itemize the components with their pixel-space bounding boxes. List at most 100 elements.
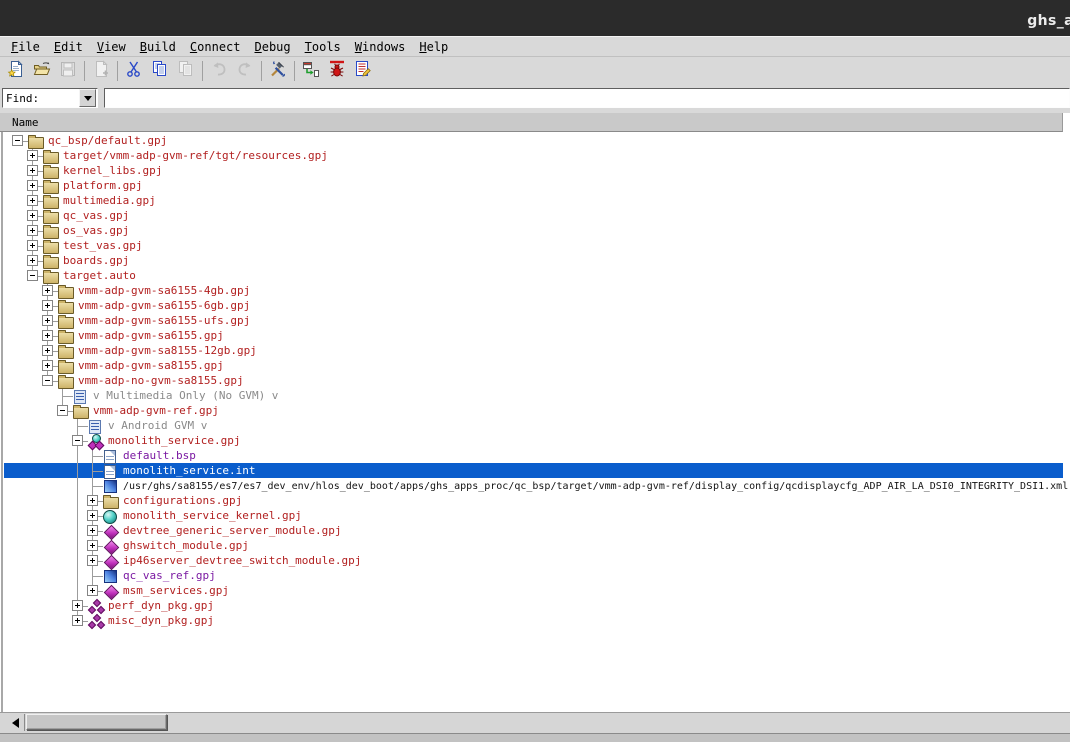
tree-connector: [62, 396, 73, 397]
tree-row[interactable]: ghswitch_module.gpj: [4, 538, 1063, 553]
tree-row[interactable]: v Android GVM v: [4, 418, 1063, 433]
open-file-button[interactable]: [30, 59, 54, 83]
menu-item-debug[interactable]: Debug: [248, 39, 298, 54]
expand-plus-icon[interactable]: [42, 345, 53, 356]
tree-row[interactable]: vmm-adp-gvm-sa6155-4gb.gpj: [4, 283, 1063, 298]
horizontal-scrollbar[interactable]: [0, 712, 1070, 733]
expand-plus-icon[interactable]: [27, 150, 38, 161]
find-combo[interactable]: Find:: [2, 88, 98, 108]
menu-item-connect[interactable]: Connect: [183, 39, 248, 54]
expand-plus-icon[interactable]: [27, 210, 38, 221]
expand-plus-icon[interactable]: [72, 615, 83, 626]
debug-button[interactable]: [325, 59, 349, 83]
menu-item-edit[interactable]: Edit: [47, 39, 90, 54]
menu-item-tools[interactable]: Tools: [298, 39, 348, 54]
menu-item-windows[interactable]: Windows: [348, 39, 413, 54]
expand-plus-icon[interactable]: [27, 195, 38, 206]
expand-plus-icon[interactable]: [27, 240, 38, 251]
collapse-minus-icon[interactable]: [27, 270, 38, 281]
undo-button[interactable]: [207, 59, 231, 83]
save-button[interactable]: [56, 59, 80, 83]
expand-plus-icon[interactable]: [87, 540, 98, 551]
expand-plus-icon[interactable]: [87, 555, 98, 566]
tree-row[interactable]: kernel_libs.gpj: [4, 163, 1063, 178]
menu-item-file[interactable]: File: [4, 39, 47, 54]
tree-row[interactable]: vmm-adp-gvm-sa8155.gpj: [4, 358, 1063, 373]
tree-row[interactable]: vmm-adp-gvm-ref.gpj: [4, 403, 1063, 418]
scroll-left-button[interactable]: [8, 715, 23, 730]
expand-plus-icon[interactable]: [27, 225, 38, 236]
copy-pages-icon: [151, 60, 169, 82]
tree-row[interactable]: msm_services.gpj: [4, 583, 1063, 598]
tree-row[interactable]: os_vas.gpj: [4, 223, 1063, 238]
find-dropdown-button[interactable]: [79, 89, 96, 107]
expand-plus-icon[interactable]: [42, 360, 53, 371]
tree-panel[interactable]: qc_bsp/default.gpjtarget/vmm-adp-gvm-ref…: [4, 133, 1063, 712]
tree-row[interactable]: v Multimedia Only (No GVM) v: [4, 388, 1063, 403]
tree-label: /usr/ghs/sa8155/es7/es7_dev_env/hlos_dev…: [123, 480, 1068, 493]
expand-plus-icon[interactable]: [42, 315, 53, 326]
expand-plus-icon[interactable]: [27, 255, 38, 266]
expand-plus-icon[interactable]: [87, 510, 98, 521]
menu-item-view[interactable]: View: [90, 39, 133, 54]
tree-row[interactable]: vmm-adp-no-gvm-sa8155.gpj: [4, 373, 1063, 388]
tree-row[interactable]: qc_bsp/default.gpj: [4, 133, 1063, 148]
collapse-minus-icon[interactable]: [12, 135, 23, 146]
menu-item-build[interactable]: Build: [133, 39, 183, 54]
tree-row[interactable]: devtree_generic_server_module.gpj: [4, 523, 1063, 538]
editor-button[interactable]: [351, 59, 375, 83]
paste-button[interactable]: [174, 59, 198, 83]
hammer-wrench-icon: [269, 60, 287, 82]
collapse-minus-icon[interactable]: [57, 405, 68, 416]
open-folder-icon: [33, 60, 51, 82]
tree-row[interactable]: perf_dyn_pkg.gpj: [4, 598, 1063, 613]
scrollbar-thumb[interactable]: [26, 714, 167, 730]
expand-plus-icon[interactable]: [42, 330, 53, 341]
tree-row[interactable]: ip46server_devtree_switch_module.gpj: [4, 553, 1063, 568]
tree-row[interactable]: monolith_service.gpj: [4, 433, 1063, 448]
tree-row[interactable]: multimedia.gpj: [4, 193, 1063, 208]
tree-row[interactable]: vmm-adp-gvm-sa6155-6gb.gpj: [4, 298, 1063, 313]
menu-item-help[interactable]: Help: [412, 39, 455, 54]
expand-plus-icon[interactable]: [87, 525, 98, 536]
tree-row[interactable]: target.auto: [4, 268, 1063, 283]
expand-plus-icon[interactable]: [42, 300, 53, 311]
tree-row[interactable]: test_vas.gpj: [4, 238, 1063, 253]
tree-row[interactable]: configurations.gpj: [4, 493, 1063, 508]
tree-label: os_vas.gpj: [63, 224, 129, 237]
tree-row[interactable]: vmm-adp-gvm-sa6155-ufs.gpj: [4, 313, 1063, 328]
tree-row[interactable]: misc_dyn_pkg.gpj: [4, 613, 1063, 628]
collapse-minus-icon[interactable]: [72, 435, 83, 446]
toolbar: [0, 56, 1070, 85]
tree-row[interactable]: qc_vas.gpj: [4, 208, 1063, 223]
expand-plus-icon[interactable]: [42, 285, 53, 296]
expand-plus-icon[interactable]: [27, 165, 38, 176]
tree-row[interactable]: default.bsp: [4, 448, 1063, 463]
cut-button[interactable]: [122, 59, 146, 83]
redo-button[interactable]: [233, 59, 257, 83]
tree-row[interactable]: vmm-adp-gvm-sa8155-12gb.gpj: [4, 343, 1063, 358]
new-file-button[interactable]: [4, 59, 28, 83]
tree-row[interactable]: qc_vas_ref.gpj: [4, 568, 1063, 583]
tree-row[interactable]: boards.gpj: [4, 253, 1063, 268]
expand-plus-icon[interactable]: [27, 180, 38, 191]
tree-row[interactable]: /usr/ghs/sa8155/es7/es7_dev_env/hlos_dev…: [4, 478, 1063, 493]
expand-plus-icon[interactable]: [72, 600, 83, 611]
expand-plus-icon[interactable]: [87, 495, 98, 506]
tree-row[interactable]: platform.gpj: [4, 178, 1063, 193]
tree-row[interactable]: target/vmm-adp-gvm-ref/tgt/resources.gpj: [4, 148, 1063, 163]
tree-row[interactable]: vmm-adp-gvm-sa6155.gpj: [4, 328, 1063, 343]
tree-row[interactable]: monolith_service.int: [4, 463, 1063, 478]
build-button[interactable]: [266, 59, 290, 83]
tree-row[interactable]: monolith_service_kernel.gpj: [4, 508, 1063, 523]
collapse-minus-icon[interactable]: [42, 375, 53, 386]
connect-button[interactable]: [299, 59, 323, 83]
column-header-label: Name: [12, 116, 39, 129]
tree-label: target/vmm-adp-gvm-ref/tgt/resources.gpj: [63, 149, 328, 162]
column-header-name[interactable]: Name: [0, 113, 1063, 132]
find-input[interactable]: [104, 88, 1070, 108]
menu-bar: FileEditViewBuildConnectDebugToolsWindow…: [0, 37, 1070, 56]
add-file-button[interactable]: [89, 59, 113, 83]
expand-plus-icon[interactable]: [87, 585, 98, 596]
copy-button[interactable]: [148, 59, 172, 83]
